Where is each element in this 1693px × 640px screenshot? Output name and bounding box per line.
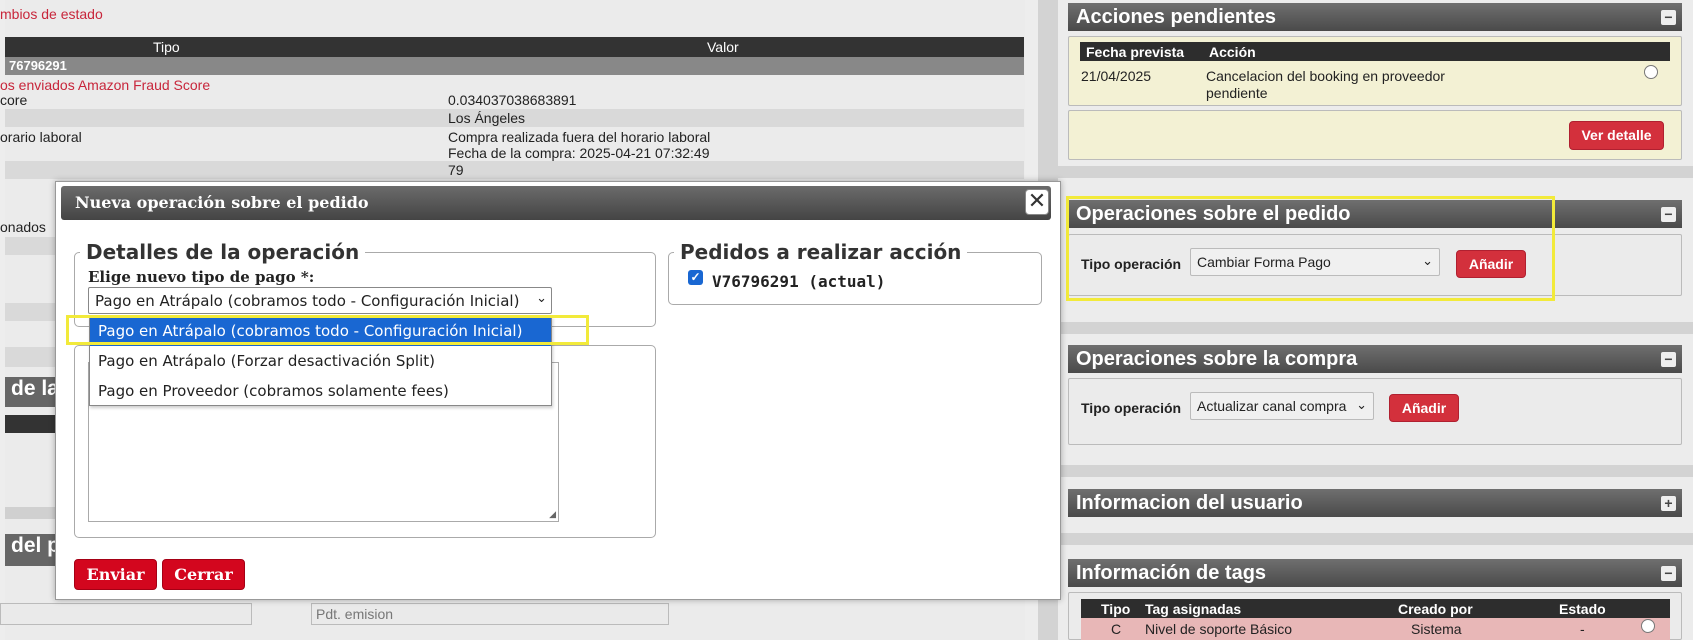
column-header-fecha: Fecha prevista <box>1086 44 1185 60</box>
informacion-tags-header[interactable]: Información de tags − <box>1068 559 1682 587</box>
tag-tipo: C <box>1111 621 1122 637</box>
highlight-box <box>66 315 589 345</box>
collapse-icon[interactable]: − <box>1661 566 1676 581</box>
tipo-pago-label: Elige nuevo tipo de pago *: <box>88 268 315 286</box>
accion-fecha: 21/04/2025 <box>1081 68 1152 84</box>
select-value: Actualizar canal compra <box>1197 398 1347 414</box>
column-header-accion: Acción <box>1209 44 1256 60</box>
row-label: orario laboral <box>0 129 82 145</box>
section-spacer <box>1058 178 1693 198</box>
close-icon[interactable]: ✕ <box>1025 189 1049 215</box>
fraud-score-link[interactable]: os enviados Amazon Fraud Score <box>0 77 210 93</box>
tag-radio[interactable] <box>1641 619 1655 633</box>
details-table-header: Tipo Valor <box>5 37 1024 57</box>
tag-creado-por: Sistema <box>1411 621 1462 637</box>
column-header-tipo: Tipo <box>153 39 180 55</box>
onados-text: onados <box>0 219 46 235</box>
accion-descripcion-cont: pendiente <box>1206 85 1268 101</box>
ver-detalle-button[interactable]: Ver detalle <box>1569 121 1664 150</box>
collapse-icon[interactable]: − <box>1661 207 1676 222</box>
panel-title: Acciones pendientes <box>1076 6 1277 28</box>
row-value: Los Ángeles <box>448 110 526 126</box>
detalles-legend: Detalles de la operación <box>80 240 366 264</box>
tag-nombre: Nivel de soporte Básico <box>1145 621 1293 637</box>
anadir-compra-button[interactable]: Añadir <box>1389 394 1459 422</box>
tipo-operacion-compra-select[interactable]: Actualizar canal compra ⌄ <box>1190 392 1374 420</box>
panel-title: Informacion del usuario <box>1076 492 1303 514</box>
row-label: core <box>0 92 28 108</box>
pdt-emision-input[interactable]: Pdt. emision <box>311 603 669 625</box>
row-value: Compra realizada fuera del horario labor… <box>448 129 711 145</box>
left-input-field[interactable] <box>0 603 252 625</box>
panel-title: Operaciones sobre la compra <box>1076 348 1358 370</box>
section-separator <box>1058 465 1693 477</box>
highlight-box <box>1066 196 1555 301</box>
tags-table-header: Tipo Tag asignadas Creado por Estado <box>1081 599 1670 618</box>
accion-descripcion: Cancelacion del booking en proveedor <box>1206 68 1445 84</box>
row-value: 79 <box>448 162 464 178</box>
tipo-pago-select[interactable]: Pago en Atrápalo (cobramos todo - Config… <box>88 287 552 314</box>
section-title: del p <box>11 534 61 557</box>
collapse-icon[interactable]: − <box>1661 352 1676 367</box>
cerrar-button[interactable]: Cerrar <box>162 559 245 590</box>
column-header-creado: Creado por <box>1398 601 1473 617</box>
column-header-estado: Estado <box>1559 601 1606 617</box>
table-row: C Nivel de soporte Básico Sistema - <box>1081 618 1670 640</box>
panel-title: Información de tags <box>1076 562 1267 584</box>
section-separator <box>1058 533 1693 545</box>
column-header-tipo: Tipo <box>1101 601 1131 617</box>
cambios-estado-link[interactable]: mbios de estado <box>0 6 103 22</box>
acciones-pendientes-header[interactable]: Acciones pendientes − <box>1068 3 1682 31</box>
row-value: 0.034037038683891 <box>448 92 577 108</box>
table-row-stripe <box>5 161 1024 179</box>
row-value: Fecha de la compra: 2025-04-21 07:32:49 <box>448 145 710 161</box>
acciones-table-header: Fecha prevista Acción <box>1080 42 1670 61</box>
accion-radio[interactable] <box>1644 65 1658 79</box>
column-header-tag: Tag asignadas <box>1145 601 1242 617</box>
dropdown-option[interactable]: Pago en Atrápalo (Forzar desactivación S… <box>90 348 551 376</box>
enviar-button[interactable]: Enviar <box>74 559 157 590</box>
collapse-icon[interactable]: − <box>1661 10 1676 25</box>
chevron-down-icon: ⌄ <box>1356 397 1367 412</box>
section-title: de la <box>11 377 59 400</box>
pedido-checkbox-label: V76796291 (actual) <box>712 272 886 291</box>
tag-estado: - <box>1580 621 1585 637</box>
pedidos-legend: Pedidos a realizar acción <box>674 240 968 264</box>
dropdown-option[interactable]: Pago en Proveedor (cobramos solamente fe… <box>90 378 551 406</box>
pedido-checkbox[interactable]: ✓ <box>688 270 703 285</box>
operaciones-compra-header[interactable]: Operaciones sobre la compra − <box>1068 345 1682 373</box>
section-separator <box>1058 322 1693 334</box>
chevron-down-icon: ⌄ <box>534 291 547 306</box>
section-separator <box>1058 166 1693 178</box>
modal-title: Nueva operación sobre el pedido <box>61 186 1051 220</box>
order-group-bar: 76796291 <box>5 57 1024 75</box>
tipo-operacion-label: Tipo operación <box>1081 400 1182 416</box>
select-value: Pago en Atrápalo (cobramos todo - Config… <box>95 292 520 310</box>
resize-handle-icon[interactable]: ◢ <box>549 509 556 520</box>
column-header-valor: Valor <box>707 39 739 55</box>
expand-icon[interactable]: + <box>1661 496 1676 511</box>
informacion-usuario-header[interactable]: Informacion del usuario + <box>1068 489 1682 517</box>
